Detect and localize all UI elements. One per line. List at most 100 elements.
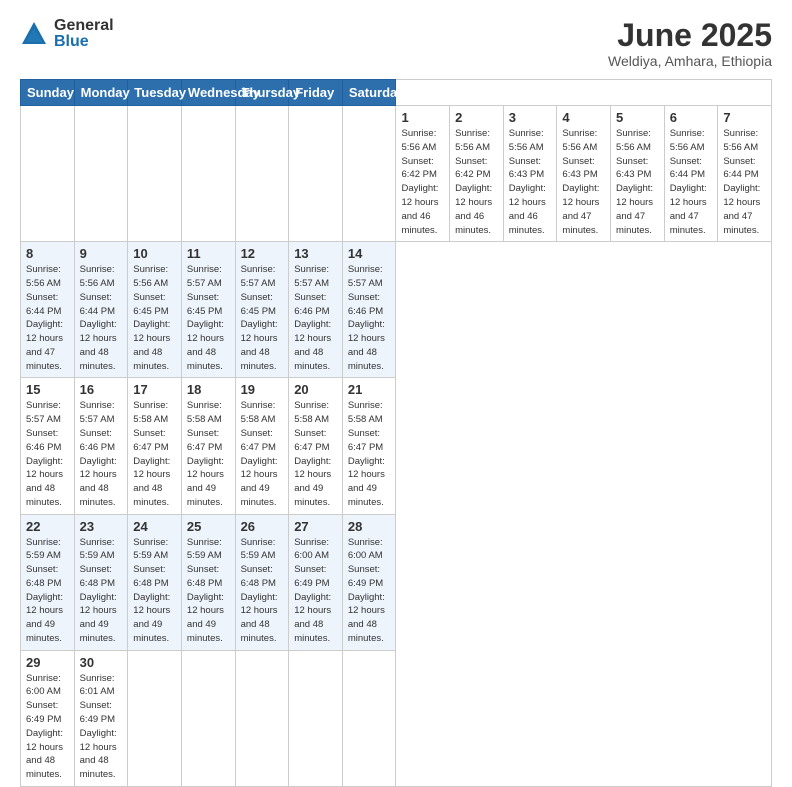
calendar-cell <box>181 650 235 786</box>
day-info: Sunrise: 5:58 AMSunset: 6:47 PMDaylight:… <box>241 399 284 509</box>
calendar-cell: 21 Sunrise: 5:58 AMSunset: 6:47 PMDayligh… <box>342 378 396 514</box>
day-info: Sunrise: 5:57 AMSunset: 6:46 PMDaylight:… <box>26 399 69 509</box>
calendar-cell: 29Sunrise: 6:00 AMSunset: 6:49 PMDayligh… <box>21 650 75 786</box>
day-info: Sunrise: 5:58 AMSunset: 6:47 PMDaylight:… <box>348 399 391 509</box>
day-info: Sunrise: 5:59 AMSunset: 6:48 PMDaylight:… <box>241 536 284 646</box>
calendar-cell <box>21 106 75 242</box>
calendar-cell: 25 Sunrise: 5:59 AMSunset: 6:48 PMDayligh… <box>181 514 235 650</box>
header: General Blue June 2025 Weldiya, Amhara, … <box>20 18 772 69</box>
calendar-cell: 6 Sunrise: 5:56 AMSunset: 6:44 PMDaylight… <box>664 106 718 242</box>
calendar-title: June 2025 <box>608 18 772 53</box>
calendar-cell <box>342 106 396 242</box>
col-tuesday: Tuesday <box>128 80 182 106</box>
calendar-cell: 16 Sunrise: 5:57 AMSunset: 6:46 PMDayligh… <box>74 378 128 514</box>
calendar-cell: 12 Sunrise: 5:57 AMSunset: 6:45 PMDayligh… <box>235 242 289 378</box>
calendar-row-3: 15 Sunrise: 5:57 AMSunset: 6:46 PMDayligh… <box>21 378 772 514</box>
calendar-cell: 8Sunrise: 5:56 AMSunset: 6:44 PMDaylight… <box>21 242 75 378</box>
day-number: 25 <box>187 519 230 534</box>
day-number: 5 <box>616 110 659 125</box>
calendar-subtitle: Weldiya, Amhara, Ethiopia <box>608 53 772 69</box>
calendar-cell: 22 Sunrise: 5:59 AMSunset: 6:48 PMDayligh… <box>21 514 75 650</box>
calendar-cell: 24Sunrise: 5:59 AMSunset: 6:48 PMDayligh… <box>128 514 182 650</box>
day-info: Sunrise: 5:56 AMSunset: 6:42 PMDaylight:… <box>455 127 498 237</box>
day-number: 2 <box>455 110 498 125</box>
day-number: 13 <box>294 246 337 261</box>
calendar-cell <box>181 106 235 242</box>
calendar-cell: 20 Sunrise: 5:58 AMSunset: 6:47 PMDayligh… <box>289 378 343 514</box>
calendar-cell: 27Sunrise: 6:00 AMSunset: 6:49 PMDayligh… <box>289 514 343 650</box>
calendar-cell <box>128 106 182 242</box>
calendar-cell: 15 Sunrise: 5:57 AMSunset: 6:46 PMDayligh… <box>21 378 75 514</box>
day-number: 30 <box>80 655 123 670</box>
calendar-cell: 4Sunrise: 5:56 AMSunset: 6:43 PMDaylight… <box>557 106 611 242</box>
calendar-cell <box>289 650 343 786</box>
calendar-cell: 10Sunrise: 5:56 AMSunset: 6:45 PMDayligh… <box>128 242 182 378</box>
col-sunday: Sunday <box>21 80 75 106</box>
day-info: Sunrise: 6:01 AMSunset: 6:49 PMDaylight:… <box>80 672 123 782</box>
logo-text: General Blue <box>54 18 114 50</box>
day-number: 6 <box>670 110 713 125</box>
day-info: Sunrise: 5:57 AMSunset: 6:45 PMDaylight:… <box>187 263 230 373</box>
day-number: 11 <box>187 246 230 261</box>
calendar-table: Sunday Monday Tuesday Wednesday Thursday… <box>20 79 772 787</box>
calendar-cell: 5Sunrise: 5:56 AMSunset: 6:43 PMDaylight… <box>611 106 665 242</box>
calendar-cell: 23Sunrise: 5:59 AMSunset: 6:48 PMDayligh… <box>74 514 128 650</box>
calendar-cell: 3Sunrise: 5:56 AMSunset: 6:43 PMDaylight… <box>503 106 557 242</box>
page: General Blue June 2025 Weldiya, Amhara, … <box>0 0 792 612</box>
logo-icon <box>20 20 48 48</box>
day-number: 16 <box>80 382 123 397</box>
day-info: Sunrise: 6:00 AMSunset: 6:49 PMDaylight:… <box>294 536 337 646</box>
col-wednesday: Wednesday <box>181 80 235 106</box>
calendar-cell: 7Sunrise: 5:56 AMSunset: 6:44 PMDaylight… <box>718 106 772 242</box>
col-monday: Monday <box>74 80 128 106</box>
logo: General Blue <box>20 18 114 50</box>
day-number: 15 <box>26 382 69 397</box>
calendar-cell: 2 Sunrise: 5:56 AMSunset: 6:42 PMDaylight… <box>450 106 504 242</box>
calendar-row-2: 8 Sunrise: 5:56 AMSunset: 6:44 PMDaylight… <box>21 242 772 378</box>
day-info: Sunrise: 5:56 AMSunset: 6:42 PMDaylight:… <box>401 127 444 237</box>
calendar-cell <box>289 106 343 242</box>
day-number: 4 <box>562 110 605 125</box>
day-number: 8 <box>26 246 69 261</box>
col-thursday: Thursday <box>235 80 289 106</box>
day-number: 10 <box>133 246 176 261</box>
calendar-cell: 14 Sunrise: 5:57 AMSunset: 6:46 PMDayligh… <box>342 242 396 378</box>
calendar-cell <box>235 106 289 242</box>
calendar-cell: 11 Sunrise: 5:57 AMSunset: 6:45 PMDayligh… <box>181 242 235 378</box>
day-number: 22 <box>26 519 69 534</box>
day-info: Sunrise: 5:59 AMSunset: 6:48 PMDaylight:… <box>26 536 69 646</box>
day-number: 9 <box>80 246 123 261</box>
day-info: Sunrise: 5:58 AMSunset: 6:47 PMDaylight:… <box>133 399 176 509</box>
calendar-cell: 30 Sunrise: 6:01 AMSunset: 6:49 PMDayligh… <box>74 650 128 786</box>
day-info: Sunrise: 5:57 AMSunset: 6:46 PMDaylight:… <box>80 399 123 509</box>
day-info: Sunrise: 5:59 AMSunset: 6:48 PMDaylight:… <box>80 536 123 646</box>
day-info: Sunrise: 5:58 AMSunset: 6:47 PMDaylight:… <box>294 399 337 509</box>
day-number: 20 <box>294 382 337 397</box>
calendar-cell: 18Sunrise: 5:58 AMSunset: 6:47 PMDayligh… <box>181 378 235 514</box>
day-info: Sunrise: 5:57 AMSunset: 6:45 PMDaylight:… <box>241 263 284 373</box>
day-info: Sunrise: 5:57 AMSunset: 6:46 PMDaylight:… <box>348 263 391 373</box>
title-block: June 2025 Weldiya, Amhara, Ethiopia <box>608 18 772 69</box>
calendar-cell: 26Sunrise: 5:59 AMSunset: 6:48 PMDayligh… <box>235 514 289 650</box>
calendar-cell: 28Sunrise: 6:00 AMSunset: 6:49 PMDayligh… <box>342 514 396 650</box>
col-saturday: Saturday <box>342 80 396 106</box>
day-info: Sunrise: 5:58 AMSunset: 6:47 PMDaylight:… <box>187 399 230 509</box>
day-info: Sunrise: 5:57 AMSunset: 6:46 PMDaylight:… <box>294 263 337 373</box>
day-number: 12 <box>241 246 284 261</box>
calendar-cell: 17 Sunrise: 5:58 AMSunset: 6:47 PMDayligh… <box>128 378 182 514</box>
day-number: 17 <box>133 382 176 397</box>
day-number: 29 <box>26 655 69 670</box>
day-info: Sunrise: 5:59 AMSunset: 6:48 PMDaylight:… <box>187 536 230 646</box>
calendar-cell: 9 Sunrise: 5:56 AMSunset: 6:44 PMDaylight… <box>74 242 128 378</box>
col-friday: Friday <box>289 80 343 106</box>
day-info: Sunrise: 5:56 AMSunset: 6:44 PMDaylight:… <box>670 127 713 237</box>
calendar-row-1: 1Sunrise: 5:56 AMSunset: 6:42 PMDaylight… <box>21 106 772 242</box>
calendar-cell <box>342 650 396 786</box>
day-info: Sunrise: 5:56 AMSunset: 6:44 PMDaylight:… <box>80 263 123 373</box>
day-number: 21 <box>348 382 391 397</box>
logo-blue: Blue <box>54 34 114 50</box>
calendar-cell: 13 Sunrise: 5:57 AMSunset: 6:46 PMDayligh… <box>289 242 343 378</box>
calendar-cell: 19Sunrise: 5:58 AMSunset: 6:47 PMDayligh… <box>235 378 289 514</box>
day-info: Sunrise: 6:00 AMSunset: 6:49 PMDaylight:… <box>348 536 391 646</box>
day-number: 14 <box>348 246 391 261</box>
